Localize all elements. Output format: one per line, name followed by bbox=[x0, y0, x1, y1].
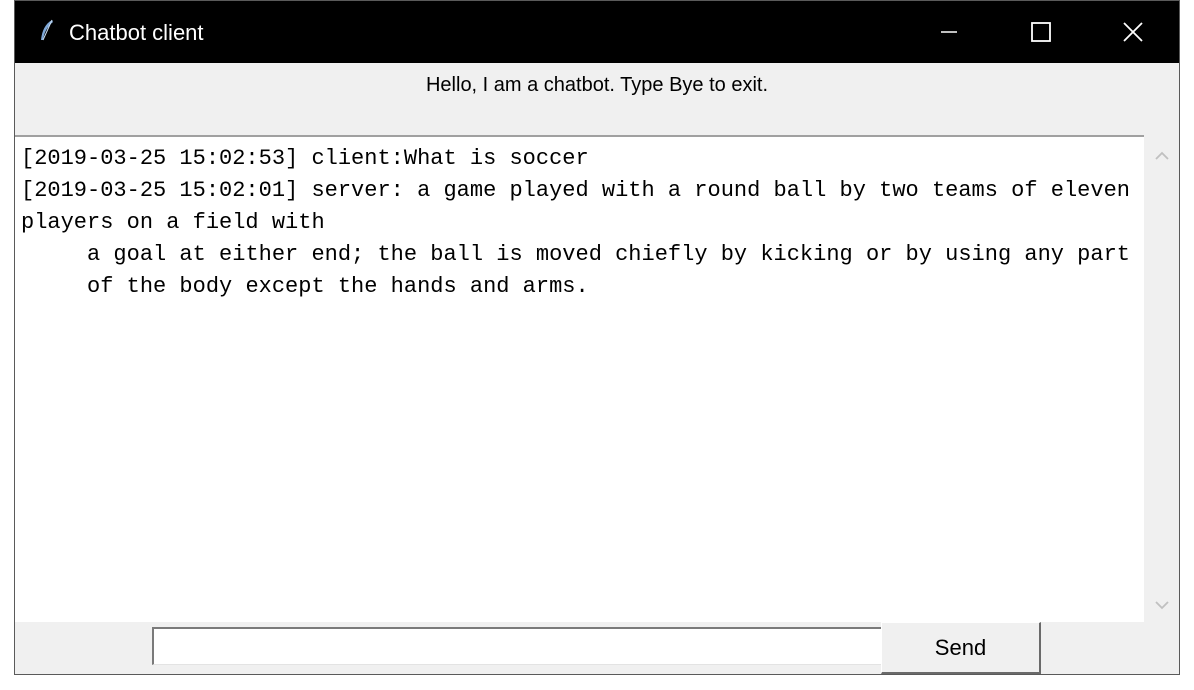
greeting-label: Hello, I am a chatbot. Type Bye to exit. bbox=[425, 74, 769, 96]
chat-log-text: [2019-03-25 15:02:53] client:What is soc… bbox=[21, 146, 1130, 299]
title-bar[interactable]: Chatbot client bbox=[15, 1, 1179, 63]
minimize-button[interactable] bbox=[903, 1, 995, 63]
scroll-up-button[interactable] bbox=[1144, 141, 1179, 171]
chat-scrollbar[interactable] bbox=[1144, 135, 1179, 622]
close-button[interactable] bbox=[1087, 1, 1179, 63]
close-icon bbox=[1123, 22, 1143, 42]
chevron-down-icon bbox=[1154, 601, 1169, 610]
minimize-icon bbox=[941, 31, 957, 33]
send-button[interactable]: Send bbox=[881, 622, 1041, 674]
input-bar: Send bbox=[15, 622, 1179, 674]
window-title: Chatbot client bbox=[69, 20, 204, 45]
message-input[interactable] bbox=[152, 627, 882, 665]
feather-icon bbox=[39, 19, 55, 41]
chatbot-window: Chatbot client Hello, I am a chatbot. Ty… bbox=[14, 0, 1180, 675]
chevron-up-icon bbox=[1154, 151, 1169, 160]
maximize-button[interactable] bbox=[995, 1, 1087, 63]
chat-transcript[interactable]: [2019-03-25 15:02:53] client:What is soc… bbox=[15, 135, 1144, 622]
scroll-down-button[interactable] bbox=[1144, 590, 1179, 620]
maximize-icon bbox=[1031, 22, 1051, 42]
